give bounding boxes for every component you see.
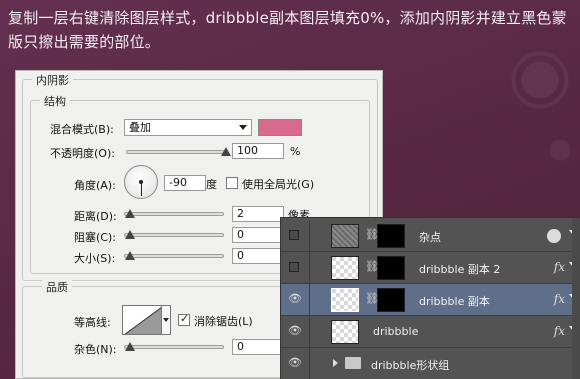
- blend-mode-value: 叠加: [129, 121, 151, 134]
- layer-name[interactable]: dribbble 副本: [419, 293, 490, 309]
- angle-dial[interactable]: [124, 165, 158, 199]
- divider: [309, 348, 310, 379]
- choke-input[interactable]: 0: [232, 227, 284, 243]
- quality-legend: 品质: [42, 279, 72, 295]
- divider: [309, 316, 310, 348]
- layer-name[interactable]: dribbble形状组: [371, 357, 449, 373]
- layers-scrollbar[interactable]: [572, 218, 580, 379]
- layer-thumbnail: [331, 288, 359, 312]
- opacity-unit: %: [290, 145, 301, 158]
- angle-label: 角度(A):: [74, 179, 116, 192]
- layer-mask-thumbnail[interactable]: [377, 288, 405, 312]
- antialias-checkbox[interactable]: [178, 312, 190, 326]
- layer-mask-thumbnail[interactable]: [377, 256, 405, 280]
- layer-thumbnail: [331, 256, 359, 280]
- contour-preview[interactable]: [122, 305, 162, 335]
- layer-row-dribbble-copy[interactable]: 👁 ⛓ dribbble 副本 fx: [281, 284, 580, 316]
- layer-mask-thumbnail[interactable]: [377, 224, 405, 248]
- size-slider[interactable]: [124, 251, 224, 260]
- filter-mask-icon[interactable]: [547, 229, 561, 243]
- angle-input[interactable]: -90: [164, 175, 206, 191]
- global-light-checkbox[interactable]: [226, 177, 238, 189]
- layer-row-dribbble-copy-2[interactable]: ⛓ dribbble 副本 2 fx: [281, 252, 580, 284]
- visibility-toggle-off[interactable]: [289, 230, 299, 240]
- layer-name[interactable]: dribbble: [373, 325, 418, 338]
- eye-icon[interactable]: 👁: [287, 357, 303, 369]
- distance-input[interactable]: 2: [232, 206, 284, 222]
- antialias-label: 消除锯齿(L): [194, 315, 253, 328]
- fx-icon[interactable]: fx: [554, 292, 565, 306]
- layer-name[interactable]: dribbble 副本 2: [419, 261, 500, 277]
- contour-curve: [124, 307, 161, 334]
- contour-label: 等高线:: [74, 316, 111, 329]
- chain-link-icon[interactable]: ⛓: [365, 260, 379, 274]
- visibility-toggle-off[interactable]: [289, 262, 299, 272]
- size-label: 大小(S):: [74, 252, 116, 265]
- slider-thumb[interactable]: [125, 251, 135, 260]
- slider-thumb[interactable]: [125, 209, 135, 218]
- slider-thumb[interactable]: [221, 147, 231, 156]
- divider: [309, 252, 310, 284]
- chevron-down-icon: [239, 125, 247, 130]
- layer-row-dribbble[interactable]: 👁 dribbble fx: [281, 316, 580, 348]
- blend-mode-label: 混合模式(B):: [50, 123, 114, 136]
- layers-panel: ⛓ 杂点 ⛓ dribbble 副本 2 fx 👁 ⛓ dribbble 副本 …: [280, 217, 580, 379]
- eye-icon[interactable]: 👁: [287, 325, 303, 337]
- contour-dropdown-button[interactable]: [162, 305, 171, 335]
- fx-icon[interactable]: fx: [554, 324, 565, 338]
- noise-label: 杂色(N):: [74, 343, 117, 356]
- layer-thumbnail: [331, 320, 359, 344]
- noise-input[interactable]: 0: [232, 339, 284, 355]
- choke-label: 阻塞(C):: [74, 231, 116, 244]
- layer-group-row[interactable]: 👁 dribbble形状组: [281, 348, 580, 379]
- slider-thumb[interactable]: [125, 230, 135, 239]
- noise-slider[interactable]: [124, 342, 224, 351]
- choke-slider[interactable]: [124, 230, 224, 239]
- folder-icon: [345, 357, 361, 369]
- layer-thumbnail: [331, 224, 359, 248]
- instruction-text: 复制一层右键清除图层样式，dribbble副本图层填充0%，添加内阴影并建立黑色…: [8, 9, 567, 51]
- slider-thumb[interactable]: [125, 342, 135, 351]
- chain-link-icon[interactable]: ⛓: [365, 292, 379, 306]
- chain-link-icon[interactable]: ⛓: [365, 228, 379, 242]
- opacity-label: 不透明度(O):: [50, 147, 115, 160]
- opacity-input[interactable]: 100: [232, 143, 284, 159]
- eye-icon[interactable]: 👁: [287, 293, 303, 305]
- opacity-slider[interactable]: [126, 147, 231, 156]
- structure-legend: 结构: [40, 93, 70, 109]
- expand-triangle-icon[interactable]: [333, 359, 338, 367]
- angle-unit: 度: [206, 178, 217, 191]
- layer-name[interactable]: 杂点: [419, 229, 441, 245]
- divider: [309, 220, 310, 252]
- divider: [309, 284, 310, 316]
- distance-label: 距离(D):: [74, 210, 117, 223]
- fx-icon[interactable]: fx: [554, 260, 565, 274]
- global-light-label: 使用全局光(G): [242, 178, 315, 191]
- distance-slider[interactable]: [124, 209, 224, 218]
- dial-needle: [141, 182, 142, 196]
- dialog-title: 内阴影: [32, 72, 73, 88]
- layer-row-noise[interactable]: ⛓ 杂点: [281, 220, 580, 252]
- shadow-color-swatch[interactable]: [258, 119, 302, 136]
- size-input[interactable]: 0: [232, 248, 284, 264]
- blend-mode-select[interactable]: 叠加: [124, 119, 252, 136]
